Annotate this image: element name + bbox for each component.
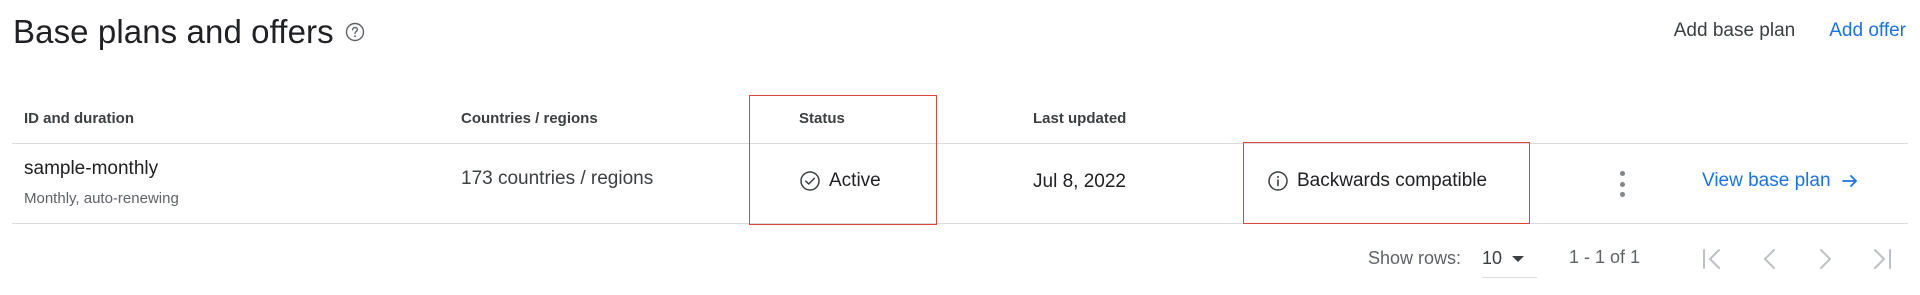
- info-circle-icon: [1268, 171, 1288, 191]
- table-header: ID and duration Countries / regions Stat…: [12, 96, 1908, 144]
- first-page-icon[interactable]: [1698, 244, 1728, 274]
- page-title: Base plans and offers: [13, 13, 334, 50]
- rows-per-page-select[interactable]: 10: [1482, 244, 1537, 278]
- rows-per-page-value: 10: [1482, 248, 1503, 268]
- add-base-plan-button[interactable]: Add base plan: [1674, 20, 1796, 42]
- last-updated-date: Jul 8, 2022: [1033, 171, 1126, 192]
- column-header-id: ID and duration: [24, 110, 134, 127]
- header-actions: Add base plan Add offer: [1674, 20, 1906, 42]
- countries-count: 173 countries / regions: [461, 168, 654, 189]
- arrow-right-icon: [1841, 175, 1857, 187]
- status-badge: Active: [799, 170, 881, 192]
- dropdown-caret-icon: [1512, 256, 1525, 262]
- help-circle-icon[interactable]: [344, 21, 366, 43]
- compatibility-badge: Backwards compatible: [1267, 170, 1487, 192]
- compatibility-label: Backwards compatible: [1297, 170, 1488, 191]
- column-header-countries: Countries / regions: [461, 110, 598, 127]
- show-rows-label: Show rows:: [1368, 248, 1462, 268]
- column-header-status: Status: [799, 110, 845, 127]
- status-label: Active: [829, 170, 881, 191]
- view-base-plan-label: View base plan: [1702, 170, 1831, 191]
- previous-page-icon[interactable]: [1755, 244, 1785, 274]
- view-base-plan-link[interactable]: View base plan: [1702, 170, 1859, 192]
- table-pagination: Show rows: 10 1 - 1 of 1: [0, 240, 1920, 280]
- base-plans-table: ID and duration Countries / regions Stat…: [12, 96, 1908, 224]
- check-circle-icon: [800, 171, 820, 191]
- pagination-range: 1 - 1 of 1: [1569, 247, 1641, 267]
- last-page-icon[interactable]: [1866, 244, 1896, 274]
- add-offer-button[interactable]: Add offer: [1829, 20, 1906, 42]
- more-vertical-icon[interactable]: [1615, 171, 1629, 197]
- column-header-last-updated: Last updated: [1033, 110, 1127, 127]
- next-page-icon[interactable]: [1810, 244, 1840, 274]
- base-plan-id: sample-monthly: [24, 158, 159, 179]
- page-header: Base plans and offers: [13, 10, 366, 54]
- base-plan-duration: Monthly, auto-renewing: [24, 190, 179, 207]
- table-row: sample-monthly Monthly, auto-renewing 17…: [12, 144, 1908, 224]
